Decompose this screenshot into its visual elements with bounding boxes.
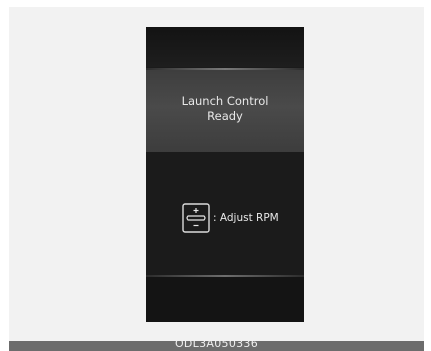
plus-minus-switch-icon (182, 203, 210, 233)
figure-caption-bar: ODL3A050336 (9, 341, 424, 351)
figure-code: ODL3A050336 (174, 341, 259, 350)
hint-label: : Adjust RPM (213, 212, 279, 224)
status-message: Launch Control Ready (146, 94, 304, 124)
display-bottom-band (146, 277, 304, 322)
adjust-rpm-hint: : Adjust RPM (182, 203, 279, 233)
cluster-display: Launch Control Ready : Adjust RPM (146, 27, 304, 322)
status-state: Ready (207, 109, 243, 123)
launch-control-status-panel: Launch Control Ready (146, 70, 304, 152)
status-title: Launch Control (181, 94, 269, 108)
display-top-band (146, 27, 304, 67)
